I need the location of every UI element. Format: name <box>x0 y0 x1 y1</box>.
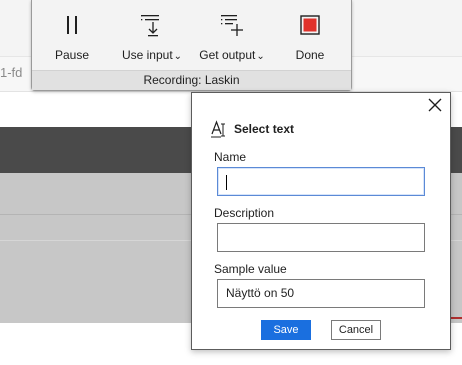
text-caret <box>226 175 227 190</box>
get-output-button[interactable]: Get output⌄ <box>194 0 270 70</box>
background-url-text: 1-fd <box>0 65 23 80</box>
sample-value-text: Näyttö on 50 <box>226 286 295 300</box>
name-field[interactable] <box>217 167 425 196</box>
pause-icon <box>67 16 77 34</box>
select-text-dialog: Select text Name Description Sample valu… <box>191 92 451 350</box>
stop-icon <box>300 15 320 35</box>
text-select-icon <box>211 120 225 138</box>
dialog-title: Select text <box>234 122 295 136</box>
cancel-button[interactable]: Cancel <box>331 320 381 340</box>
description-field[interactable] <box>217 223 425 252</box>
chevron-down-icon: ⌄ <box>173 51 183 62</box>
get-output-label: Get output⌄ <box>194 48 270 62</box>
recording-status: Recording: Laskin <box>32 70 351 90</box>
name-label: Name <box>214 150 247 164</box>
pause-button[interactable]: Pause <box>40 0 104 70</box>
use-input-text: Use input <box>121 48 173 62</box>
close-icon[interactable] <box>428 98 442 112</box>
pause-label: Pause <box>54 48 90 62</box>
use-input-icon <box>141 15 159 37</box>
description-label: Description <box>214 206 275 220</box>
recording-toolbar: Pause Use input⌄ Get output⌄ Done Record… <box>31 0 352 91</box>
done-button[interactable]: Done <box>278 0 342 70</box>
chevron-down-icon: ⌄ <box>256 51 265 62</box>
get-output-text: Get output <box>199 48 256 62</box>
save-button[interactable]: Save <box>261 320 311 340</box>
use-input-label: Use input⌄ <box>114 48 190 62</box>
done-label: Done <box>295 48 325 62</box>
sample-value-field[interactable]: Näyttö on 50 <box>217 279 425 308</box>
recording-toolbar-buttons: Pause Use input⌄ Get output⌄ Done <box>32 0 351 70</box>
get-output-icon <box>221 15 243 36</box>
sample-value-label: Sample value <box>214 262 287 276</box>
use-input-button[interactable]: Use input⌄ <box>114 0 190 70</box>
